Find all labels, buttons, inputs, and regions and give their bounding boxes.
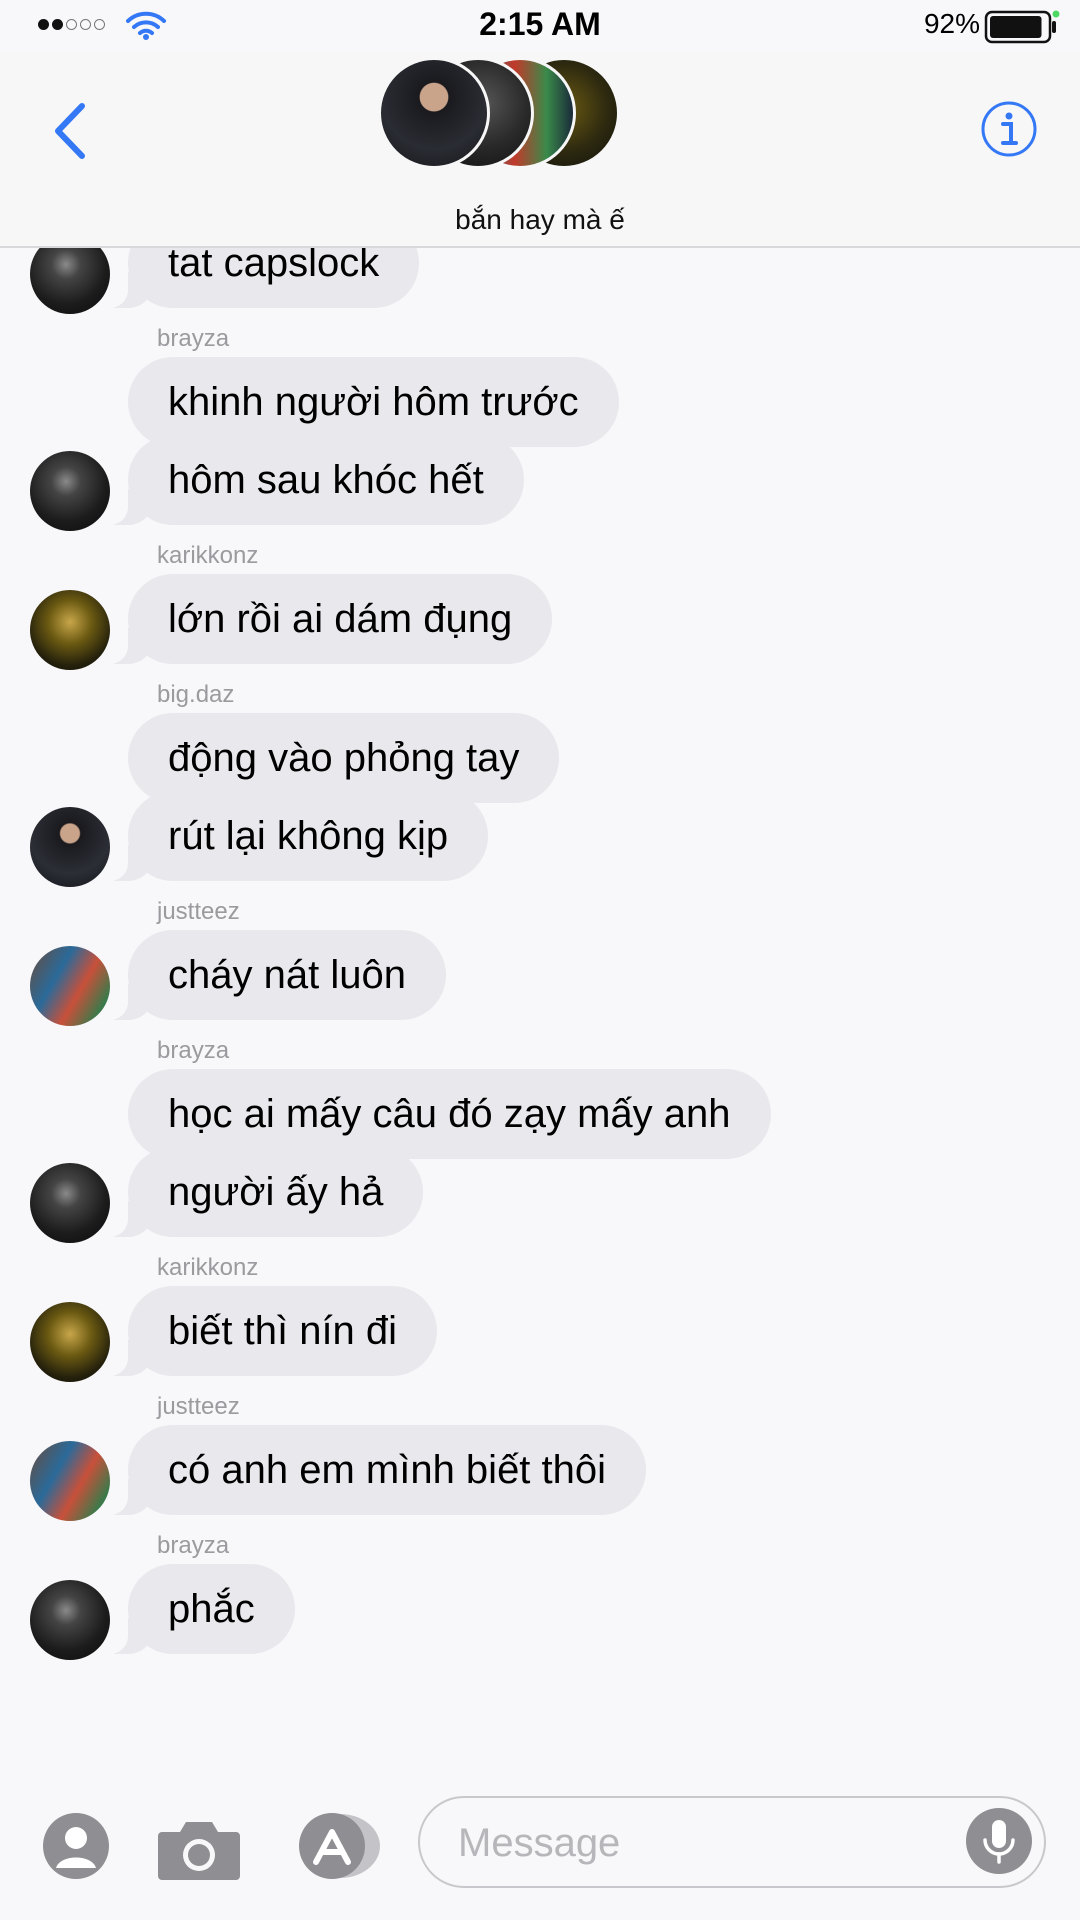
sender-name: big.daz <box>157 681 235 708</box>
app-store-icon[interactable] <box>290 1812 382 1880</box>
message-input[interactable] <box>456 1798 960 1888</box>
compose-bar <box>0 1778 1080 1920</box>
microphone-icon <box>983 1820 1015 1864</box>
message-bubble[interactable]: biết thì nín đi <box>101 1286 438 1376</box>
sender-avatar[interactable] <box>30 946 110 1026</box>
message-bubble[interactable]: cháy nát luôn <box>102 930 446 1020</box>
message-bubble[interactable]: hôm sau khóc hết <box>102 435 524 525</box>
info-icon[interactable] <box>980 100 1038 158</box>
sender-avatar[interactable] <box>30 1163 110 1243</box>
battery-percentage: 92% <box>923 8 980 39</box>
sender-name: justteez <box>157 898 240 925</box>
battery-icon <box>984 10 1060 44</box>
sender-name: karikkonz <box>157 542 259 569</box>
chevron-left-icon[interactable] <box>46 96 96 166</box>
group-avatars[interactable] <box>378 57 638 169</box>
sender-avatar[interactable] <box>30 1441 110 1521</box>
sender-name: karikkonz <box>157 1254 259 1281</box>
conversation-header: bắn hay mà ế <box>0 52 1080 248</box>
message-bubble[interactable]: tat capslock <box>101 248 420 308</box>
sender-name: brayza <box>157 325 230 352</box>
sender-avatar[interactable] <box>30 248 110 314</box>
message-bubble[interactable]: động vào phỏng tay <box>128 713 560 803</box>
message-bubble[interactable]: khinh người hôm trước <box>128 357 619 447</box>
message-bubble[interactable]: có anh em mình biết thôi <box>101 1425 647 1515</box>
message-bubble[interactable]: lớn rồi ai dám đụng <box>101 574 553 664</box>
microphone-button[interactable] <box>966 1808 1032 1874</box>
message-thread[interactable]: tat capslock brayza khinh người hôm trước h… <box>0 248 1080 1778</box>
status-bar: 2:15 AM 92% <box>0 0 1080 52</box>
message-field[interactable] <box>418 1796 1046 1888</box>
sender-name: brayza <box>157 1037 230 1064</box>
camera-icon[interactable] <box>156 1816 242 1882</box>
sender-name: brayza <box>157 1532 230 1559</box>
message-bubble[interactable]: học ai mấy câu đó zạy mấy anh <box>128 1069 771 1159</box>
sender-avatar[interactable] <box>30 590 110 670</box>
conversation-title[interactable]: bắn hay mà ế <box>0 204 1080 236</box>
message-bubble[interactable]: phắc <box>102 1564 295 1654</box>
message-bubble[interactable]: người ấy hả <box>101 1147 424 1237</box>
sender-avatar[interactable] <box>30 1580 110 1660</box>
sender-avatar[interactable] <box>30 451 110 531</box>
person-icon[interactable] <box>42 1812 110 1880</box>
message-bubble[interactable]: rút lại không kịp <box>101 791 489 881</box>
sender-avatar[interactable] <box>30 807 110 887</box>
sender-name: justteez <box>157 1393 240 1420</box>
sender-avatar[interactable] <box>30 1302 110 1382</box>
group-avatar-1 <box>378 57 490 169</box>
status-time: 2:15 AM <box>479 6 601 42</box>
